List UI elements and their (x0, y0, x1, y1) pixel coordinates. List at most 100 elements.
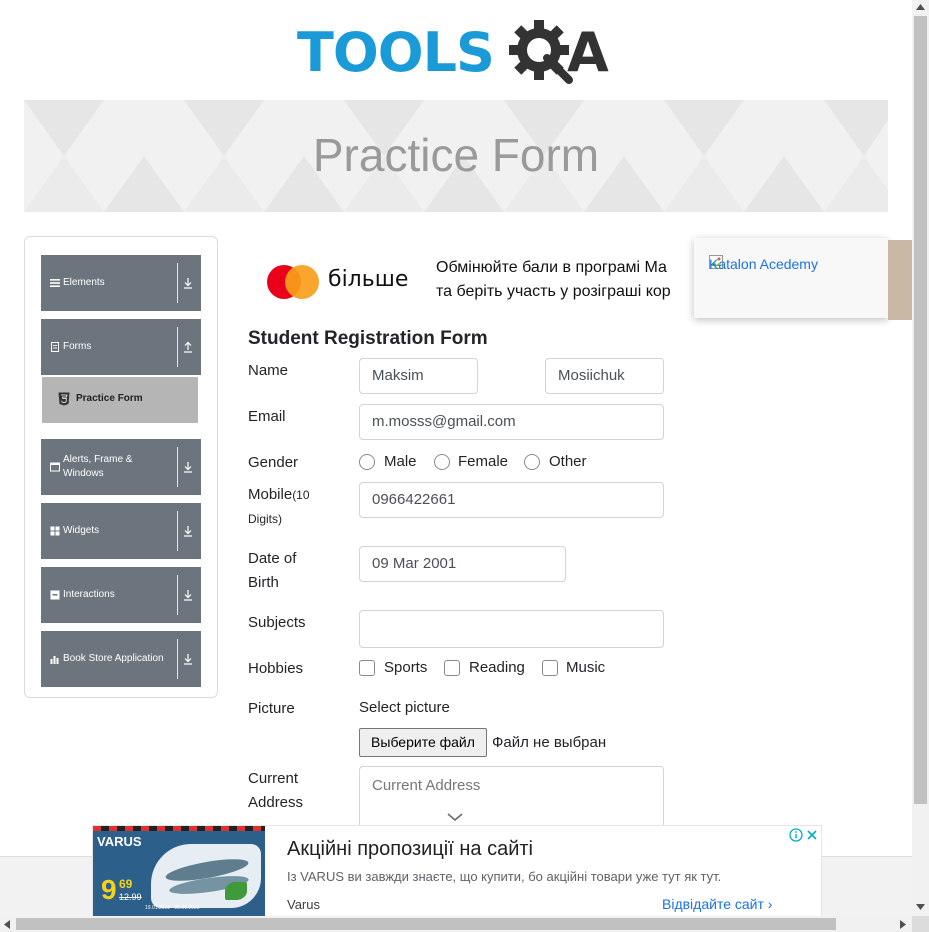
choose-file-button[interactable]: Выберите файл (359, 728, 487, 757)
ad-ornament (93, 826, 265, 831)
select-picture-label: Select picture (359, 699, 450, 716)
scroll-up-arrow-icon[interactable] (916, 4, 925, 10)
sidebar-group-label: Alerts, Frame & Windows (63, 454, 133, 479)
email-label: Email (248, 408, 286, 425)
gender-other-label[interactable]: Other (549, 453, 587, 470)
hobby-music-checkbox[interactable] (542, 660, 558, 676)
scrollbar-corner (912, 916, 929, 932)
ad-info-icon[interactable] (789, 828, 803, 842)
herb-shape (225, 882, 247, 900)
ad-close-icon[interactable] (805, 828, 819, 842)
chevron-right-icon: › (767, 896, 773, 912)
toolsqa-logo[interactable]: TOOLS A QA (297, 14, 627, 92)
mobile-label: Mobile(10 Digits) (248, 483, 310, 531)
horizontal-scroll-thumb[interactable] (16, 918, 836, 930)
logo-tools-text: TOOLS (297, 21, 495, 84)
ad-title[interactable]: Акційні пропозиції на сайті (287, 838, 533, 861)
vertical-scrollbar[interactable] (912, 0, 929, 916)
ad-text-line1: Обмінюйте бали в програмі Ма (436, 259, 667, 276)
dob-label: Date of Birth (248, 547, 296, 595)
gender-other-radio[interactable] (524, 454, 540, 470)
sidebar-group-interactions[interactable]: Interactions (41, 567, 201, 623)
subjects-input[interactable] (359, 610, 664, 648)
katalon-ad[interactable]: Katalon Acedemy (694, 238, 888, 318)
hobby-sports-label[interactable]: Sports (384, 659, 427, 676)
scroll-down-arrow-icon[interactable] (916, 904, 925, 910)
download-arrow-icon (184, 278, 192, 289)
page-banner: Practice Form (24, 100, 888, 212)
sidebar-group-label: Book Store Application (63, 653, 164, 664)
hobby-reading-checkbox[interactable] (444, 660, 460, 676)
hobbies-label: Hobbies (248, 660, 304, 677)
sidebar-item-practice-form[interactable]: Practice Form (42, 377, 198, 423)
bottom-advertisement[interactable]: VARUS 9 69 12.99 19.01.2023 - 25.01.2023… (92, 825, 822, 917)
last-name-input[interactable]: Mosiichuk (545, 358, 664, 394)
sidebar-group-alerts[interactable]: Alerts, Frame & Windows (41, 439, 201, 495)
ad-text-line2: та беріть участь у розіграші кор (436, 283, 671, 300)
sidebar-group-label: Elements (63, 277, 105, 288)
hamburger-icon (50, 279, 60, 287)
mobile-hint-digits: Digits) (248, 512, 283, 526)
email-input[interactable]: m.mosss@gmail.com (359, 404, 664, 440)
ad-old-price: 12.99 (119, 892, 142, 902)
divider (177, 639, 178, 679)
ad-brand: більше (328, 267, 409, 292)
download-arrow-icon (184, 590, 192, 601)
gender-label: Gender (248, 454, 299, 471)
ad-price-cents: 69 (119, 877, 133, 891)
sidebar-group-book-store[interactable]: Book Store Application (41, 631, 201, 687)
picture-label: Picture (248, 700, 295, 717)
gender-female-label[interactable]: Female (458, 453, 508, 470)
gender-female-radio[interactable] (434, 454, 450, 470)
gender-male-radio[interactable] (359, 454, 375, 470)
grid-icon (50, 526, 60, 536)
address-label-line2: Address (248, 794, 304, 811)
document-icon (51, 342, 59, 352)
gender-male-label[interactable]: Male (384, 453, 417, 470)
sidebar-group-elements[interactable]: Elements (41, 255, 201, 311)
first-name-input[interactable]: Maksim (359, 358, 478, 394)
top-advertisement[interactable]: більше Обмінюйте бали в програмі Ма та б… (248, 240, 708, 322)
scroll-left-arrow-icon[interactable] (4, 920, 10, 929)
collapse-chevron-icon[interactable] (446, 811, 464, 823)
logo-qa-text: A (567, 21, 609, 84)
ad-dates: 19.01.2023 - 25.01.2023 (145, 905, 200, 911)
divider (177, 327, 178, 367)
name-label: Name (248, 362, 289, 379)
hobby-sports-checkbox[interactable] (359, 660, 375, 676)
divider (177, 511, 178, 551)
current-address-label: Current Address (248, 767, 303, 815)
horizontal-scrollbar[interactable] (0, 916, 912, 932)
ad-price: 9 (101, 874, 117, 905)
hobby-reading-label[interactable]: Reading (469, 659, 525, 676)
visit-site-label: Відвідайте сайт (662, 896, 764, 912)
vertical-scroll-thumb[interactable] (914, 16, 927, 804)
scroll-right-arrow-icon[interactable] (900, 920, 906, 929)
upload-arrow-icon (184, 341, 192, 353)
ad-advertiser: Varus (287, 897, 320, 912)
ad-image-brand: VARUS (97, 834, 142, 849)
mastercard-logo-yellow (285, 265, 319, 299)
address-label-line1: Current (248, 770, 299, 787)
hobby-music-label[interactable]: Music (566, 659, 605, 676)
ad-photo (888, 240, 912, 320)
katalon-image-alt[interactable]: Katalon Acedemy (709, 256, 818, 272)
download-arrow-icon (184, 462, 192, 473)
sidebar-group-label: Widgets (63, 525, 100, 536)
divider (177, 575, 178, 615)
window-icon (50, 462, 60, 472)
sidebar-group-widgets[interactable]: Widgets (41, 503, 201, 559)
form-title: Student Registration Form (248, 328, 488, 349)
divider (177, 263, 178, 303)
subjects-label: Subjects (248, 614, 306, 631)
visit-site-link[interactable]: Відвідайте сайт › (662, 896, 772, 912)
sidebar-group-label: Interactions (63, 589, 115, 600)
dob-label-line2: Birth (248, 574, 279, 591)
date-of-birth-input[interactable]: 09 Mar 2001 (359, 546, 566, 582)
sidebar-group-label: Forms (63, 341, 92, 352)
file-status: Файл не выбран (492, 734, 607, 751)
sidebar-group-forms[interactable]: Forms (41, 319, 201, 375)
html5-icon (58, 392, 70, 406)
chart-icon (50, 656, 59, 664)
mobile-input[interactable]: 0966422661 (359, 482, 664, 518)
